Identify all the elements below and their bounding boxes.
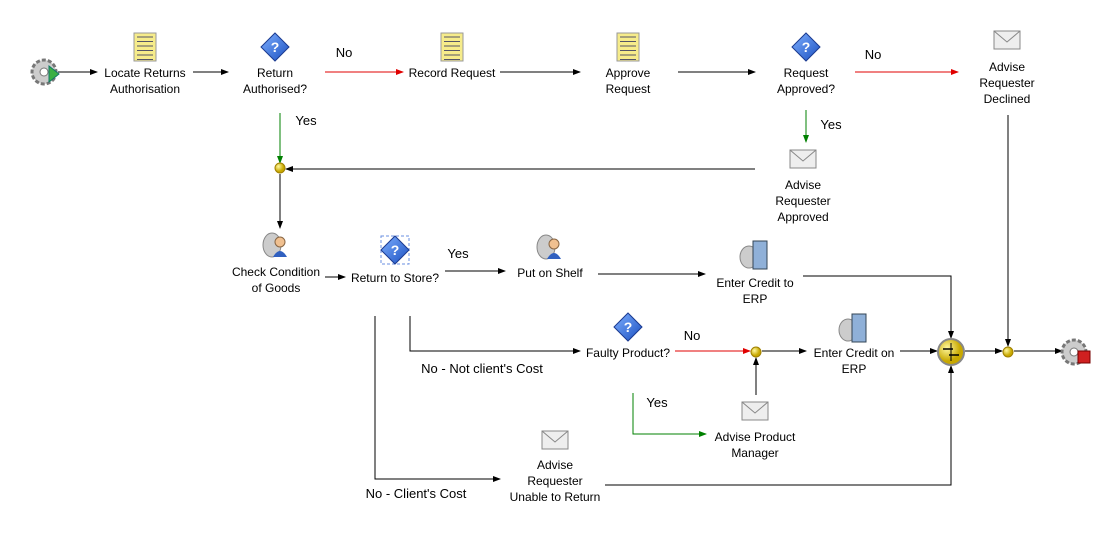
node-label: Put on Shelf xyxy=(517,266,583,280)
svg-text:?: ? xyxy=(802,39,811,55)
node-return-store[interactable]: ? Return to Store? xyxy=(351,235,439,285)
user-task-icon xyxy=(262,232,287,258)
node-request-approved[interactable]: ? Request Approved? xyxy=(777,32,835,96)
node-label: Advise Product xyxy=(715,430,796,444)
form-icon xyxy=(133,32,157,62)
form-icon xyxy=(440,32,464,62)
node-label: Locate Returns xyxy=(104,66,185,80)
envelope-icon xyxy=(741,401,769,421)
node-label: Return to Store? xyxy=(351,271,439,285)
workflow-diagram: Locate Returns Authorisation? Return Author… xyxy=(30,30,1091,504)
node-j3[interactable] xyxy=(1002,346,1014,358)
envelope-icon xyxy=(789,149,817,169)
edge-label: Yes xyxy=(646,395,668,410)
node-label: Authorisation xyxy=(110,82,180,96)
junction-icon xyxy=(274,162,286,174)
node-j1[interactable] xyxy=(274,162,286,174)
question-diamond-icon: ? xyxy=(260,32,290,62)
connector-15[interactable] xyxy=(409,316,581,354)
node-label: Approved? xyxy=(777,82,835,96)
junction-icon xyxy=(750,346,762,358)
node-label: Approve xyxy=(606,66,651,80)
multi-decision-icon: ? xyxy=(380,235,410,265)
edge-label: No xyxy=(684,328,701,343)
node-label: Unable to Return xyxy=(510,490,601,504)
node-label: Check Condition xyxy=(232,265,320,279)
server-icon xyxy=(739,240,768,270)
gear-end-icon xyxy=(1060,338,1091,366)
envelope-icon xyxy=(993,30,1021,50)
connector-20[interactable] xyxy=(632,393,707,437)
node-label: Advise xyxy=(989,60,1025,74)
node-advise-declined[interactable]: Advise Requester Declined xyxy=(979,30,1035,106)
node-approve[interactable]: Approve Request xyxy=(606,32,651,96)
node-faulty[interactable]: ? Faulty Product? xyxy=(586,312,670,360)
svg-text:?: ? xyxy=(271,39,280,55)
node-label: Advise xyxy=(785,178,821,192)
node-credit-on[interactable]: Enter Credit on ERP xyxy=(814,313,895,376)
node-label: Requester xyxy=(775,194,830,208)
node-credit-to[interactable]: Enter Credit to ERP xyxy=(716,240,794,306)
node-merge[interactable] xyxy=(937,338,965,366)
node-label: Declined xyxy=(984,92,1031,106)
node-advise-approved[interactable]: Advise Requester Approved xyxy=(775,149,831,224)
svg-text:?: ? xyxy=(391,242,400,258)
svg-text:?: ? xyxy=(624,319,633,335)
node-label: Return xyxy=(257,66,293,80)
node-label: Record Request xyxy=(409,66,496,80)
node-label: Manager xyxy=(731,446,778,460)
node-label: Enter Credit to xyxy=(716,276,794,290)
node-j2[interactable] xyxy=(750,346,762,358)
edge-label: No - Not client's Cost xyxy=(421,361,543,376)
form-icon xyxy=(616,32,640,62)
node-label: of Goods xyxy=(252,281,301,295)
node-label: Approved xyxy=(777,210,828,224)
user-task-icon xyxy=(536,234,561,260)
edge-label: Yes xyxy=(820,117,842,132)
node-end[interactable] xyxy=(1060,338,1091,366)
connector-22[interactable] xyxy=(605,365,954,486)
question-diamond-icon: ? xyxy=(613,312,643,342)
node-shelf[interactable]: Put on Shelf xyxy=(517,234,583,280)
node-advise-pm[interactable]: Advise Product Manager xyxy=(715,401,796,460)
node-label: Advise xyxy=(537,458,573,472)
node-label: ERP xyxy=(743,292,768,306)
edge-label: No - Client's Cost xyxy=(366,486,467,501)
edge-label: No xyxy=(336,45,353,60)
node-check[interactable]: Check Condition of Goods xyxy=(232,232,320,295)
node-label: Request xyxy=(784,66,829,80)
node-start[interactable] xyxy=(30,58,60,86)
envelope-icon xyxy=(541,430,569,450)
node-record[interactable]: Record Request xyxy=(409,32,496,80)
connector-21[interactable] xyxy=(374,316,501,482)
server-icon xyxy=(838,313,867,343)
edge-label: Yes xyxy=(295,113,317,128)
node-label: Requester xyxy=(979,76,1034,90)
node-label: Enter Credit on xyxy=(814,346,895,360)
node-return-authorised[interactable]: ? Return Authorised? xyxy=(243,32,307,96)
node-advise-unable[interactable]: Advise Requester Unable to Return xyxy=(510,430,601,504)
merge-icon xyxy=(937,338,965,366)
edge-label: Yes xyxy=(447,246,469,261)
junction-icon xyxy=(1002,346,1014,358)
node-locate[interactable]: Locate Returns Authorisation xyxy=(104,32,186,96)
node-label: Faulty Product? xyxy=(586,346,670,360)
gear-start-icon xyxy=(30,58,60,86)
node-label: Authorised? xyxy=(243,82,307,96)
node-label: Request xyxy=(606,82,651,96)
connector-14[interactable] xyxy=(803,275,954,339)
question-diamond-icon: ? xyxy=(791,32,821,62)
node-label: Requester xyxy=(527,474,582,488)
edge-label: No xyxy=(865,47,882,62)
node-label: ERP xyxy=(842,362,867,376)
